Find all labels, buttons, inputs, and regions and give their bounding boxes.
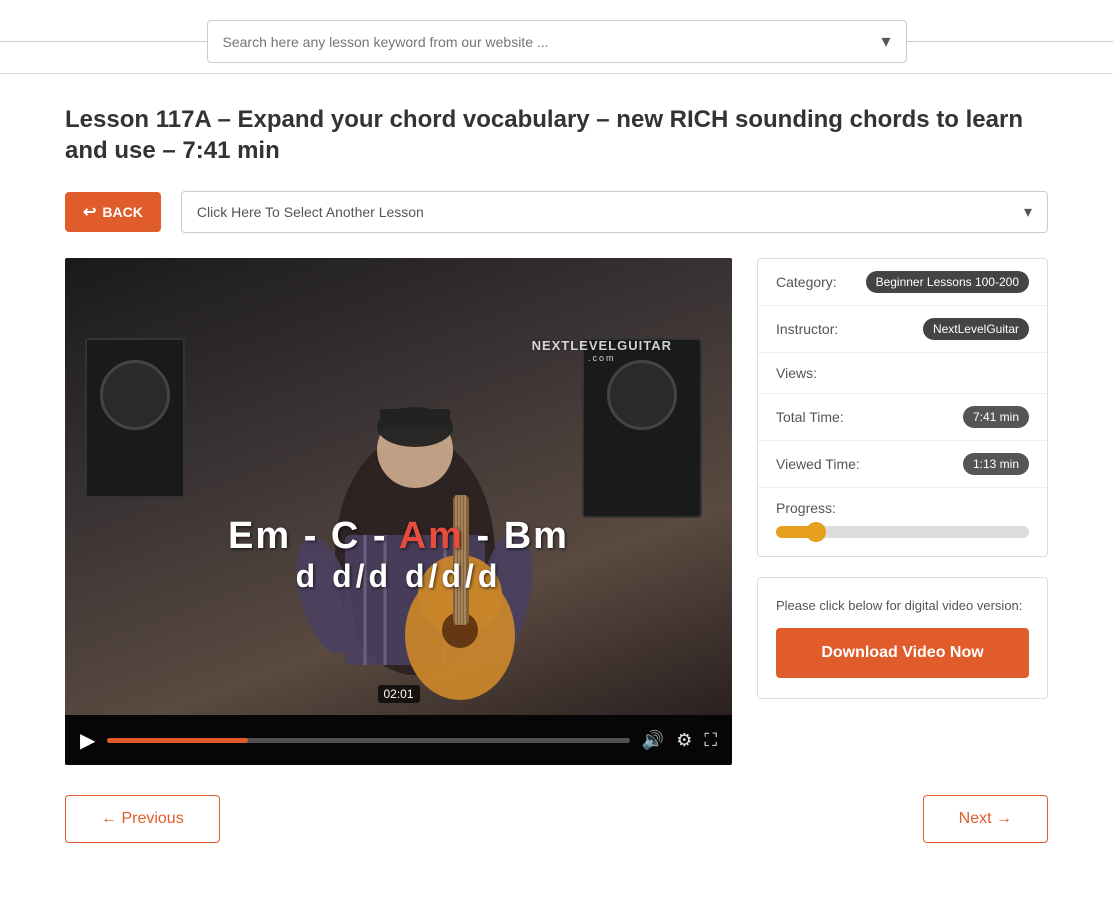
total-time-label: Total Time: bbox=[776, 409, 844, 425]
main-content: Lesson 117A – Expand your chord vocabula… bbox=[0, 74, 1113, 883]
fullscreen-icon[interactable]: ⛶ bbox=[704, 730, 717, 751]
watermark-sub: .com bbox=[532, 353, 672, 363]
progress-label: Progress: bbox=[776, 500, 1029, 516]
views-label: Views: bbox=[776, 365, 817, 381]
viewed-time-badge: 1:13 min bbox=[963, 453, 1029, 475]
total-time-badge: 7:41 min bbox=[963, 406, 1029, 428]
search-right-line bbox=[907, 41, 1113, 42]
video-player[interactable]: Em - C - Am - Bm d d/d d/d/d NEXTLEVELGU… bbox=[65, 258, 732, 765]
chord-highlight: Am bbox=[399, 515, 464, 557]
previous-button[interactable]: ← Previous bbox=[65, 795, 220, 843]
progress-track[interactable] bbox=[776, 526, 1029, 538]
back-arrow-icon: ↩ bbox=[83, 202, 96, 222]
instructor-label: Instructor: bbox=[776, 321, 838, 337]
video-container: Em - C - Am - Bm d d/d d/d/d NEXTLEVELGU… bbox=[65, 258, 732, 765]
video-controls: ▶ 🔊 ⚙ ⛶ bbox=[65, 715, 732, 765]
watermark: NEXTLEVELGUITAR .com bbox=[532, 338, 672, 363]
lesson-select[interactable]: Click Here To Select Another Lesson ▾ bbox=[181, 191, 1048, 233]
settings-icon[interactable]: ⚙ bbox=[676, 730, 692, 751]
chord-line1-part1: Em - C - bbox=[228, 515, 399, 557]
back-label: BACK bbox=[102, 204, 142, 220]
info-panel: Category: Beginner Lessons 100-200 Instr… bbox=[757, 258, 1048, 557]
search-dropdown-icon[interactable]: ▾ bbox=[881, 31, 890, 52]
instructor-row: Instructor: NextLevelGuitar bbox=[758, 306, 1047, 353]
video-info-row: Em - C - Am - Bm d d/d d/d/d NEXTLEVELGU… bbox=[65, 258, 1048, 765]
right-panel: Category: Beginner Lessons 100-200 Instr… bbox=[757, 258, 1048, 699]
chord-line2: d d/d d/d/d bbox=[65, 558, 732, 595]
amp-left-speaker bbox=[100, 360, 170, 430]
download-button[interactable]: Download Video Now bbox=[776, 628, 1029, 678]
search-input[interactable] bbox=[223, 34, 882, 50]
category-badge: Beginner Lessons 100-200 bbox=[866, 271, 1029, 293]
chord-line1: Em - C - Am - Bm bbox=[65, 515, 732, 558]
video-progress-fill bbox=[107, 738, 248, 743]
chord-line1-part2: - Bm bbox=[464, 515, 569, 557]
category-row: Category: Beginner Lessons 100-200 bbox=[758, 259, 1047, 306]
volume-icon[interactable]: 🔊 bbox=[642, 730, 664, 751]
chord-overlay: Em - C - Am - Bm d d/d d/d/d bbox=[65, 515, 732, 595]
video-scene: Em - C - Am - Bm d d/d d/d/d NEXTLEVELGU… bbox=[65, 258, 732, 715]
search-left-line bbox=[0, 41, 207, 42]
lesson-title: Lesson 117A – Expand your chord vocabula… bbox=[65, 104, 1048, 166]
download-section: Please click below for digital video ver… bbox=[757, 577, 1048, 699]
video-progress-bar[interactable] bbox=[107, 738, 629, 743]
next-button[interactable]: Next → bbox=[923, 795, 1048, 843]
views-row: Views: bbox=[758, 353, 1047, 394]
viewed-time-label: Viewed Time: bbox=[776, 456, 860, 472]
download-info-text: Please click below for digital video ver… bbox=[776, 598, 1029, 613]
instructor-badge: NextLevelGuitar bbox=[923, 318, 1029, 340]
lesson-select-arrow-icon: ▾ bbox=[1024, 202, 1032, 222]
total-time-row: Total Time: 7:41 min bbox=[758, 394, 1047, 441]
progress-thumb bbox=[806, 522, 826, 542]
search-wrapper: ▾ bbox=[207, 20, 907, 63]
search-bar-container: ▾ bbox=[0, 0, 1113, 74]
category-label: Category: bbox=[776, 274, 837, 290]
viewed-time-row: Viewed Time: 1:13 min bbox=[758, 441, 1047, 488]
control-icons: 🔊 ⚙ ⛶ bbox=[642, 730, 717, 751]
play-button[interactable]: ▶ bbox=[80, 728, 95, 753]
progress-row: Progress: bbox=[758, 488, 1047, 556]
back-button[interactable]: ↩ BACK bbox=[65, 192, 161, 232]
controls-row: ↩ BACK Click Here To Select Another Less… bbox=[65, 191, 1048, 233]
navigation-buttons: ← Previous Next → bbox=[65, 795, 1048, 843]
watermark-text: NEXTLEVELGUITAR bbox=[532, 338, 672, 353]
timestamp-badge: 02:01 bbox=[377, 685, 419, 703]
lesson-select-text: Click Here To Select Another Lesson bbox=[197, 204, 1024, 220]
